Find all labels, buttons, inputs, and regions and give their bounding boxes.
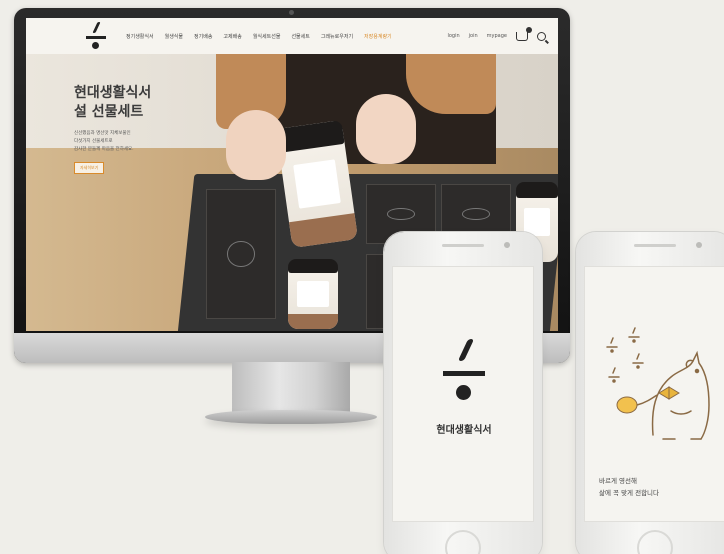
phone-message: 바르게 영선해 삶에 꼭 맞게 전합니다 (599, 477, 660, 497)
hero-subtitle: 신선했음과 명선맛 지체보물인 다섯가지 선물세트로 감사한 분들께 마음을 전… (74, 131, 134, 152)
brand-name: 현대생활식서 (436, 425, 492, 436)
menu-item[interactable]: 고제배송 (223, 33, 241, 40)
search-icon[interactable] (537, 31, 546, 41)
webcam (289, 10, 294, 15)
cart-icon[interactable] (516, 26, 532, 41)
hero-detail-button[interactable]: 자세히보기 (74, 162, 105, 174)
mypage-link[interactable]: mypage (487, 33, 507, 39)
monitor-stand-base (205, 410, 377, 424)
site-logo[interactable] (86, 22, 106, 50)
menu-item[interactable]: 정기배송 (194, 33, 212, 40)
login-link[interactable]: login (447, 33, 459, 39)
penguin-illustration (606, 327, 710, 440)
join-link[interactable]: join (469, 33, 478, 39)
menu-item[interactable]: 월생식물 (165, 33, 183, 40)
utility-links: login join mypage (447, 18, 546, 54)
menu-item[interactable]: 정기생활식서 (126, 33, 154, 40)
menu-item[interactable]: 선물세트 (291, 33, 309, 40)
phone-mockup-logo: 현대생활식서 (384, 232, 542, 554)
product-pack (206, 189, 276, 319)
hero-text: 현대생활식서 설 선물세트 신선했음과 명선맛 지체보물인 다섯가지 선물세트로… (74, 84, 184, 174)
phone-camera (504, 242, 510, 248)
phone-speaker (634, 244, 676, 247)
product-jar (288, 259, 338, 329)
home-button[interactable] (445, 530, 481, 554)
phone-camera (696, 242, 702, 248)
monitor-stand (232, 362, 350, 414)
menu-item[interactable]: 월식세트선물 (253, 33, 281, 40)
phone-screen: 현대생활식서 (392, 266, 534, 522)
hero-title: 현대생활식서 설 선물세트 (74, 85, 152, 120)
home-button[interactable] (637, 530, 673, 554)
phone-screen: 바르게 영선해 삶에 꼭 맞게 전합니다 (584, 266, 724, 522)
brand-logo-icon (443, 339, 485, 405)
phone-speaker (442, 244, 484, 247)
menu-item[interactable]: 그레뉴로우저기 (321, 33, 353, 40)
main-menu: 정기생활식서 월생식물 정기배송 고제배송 월식세트선물 선물세트 그레뉴로우저… (126, 18, 392, 54)
site-header: 정기생활식서 월생식물 정기배송 고제배송 월식세트선물 선물세트 그레뉴로우저… (26, 18, 558, 54)
hand-right (356, 94, 416, 164)
phone-mockup-illustration: 바르게 영선해 삶에 꼭 맞게 전합니다 (576, 232, 724, 554)
menu-item-active[interactable]: 저장용계량기 (364, 33, 392, 40)
hand-left (226, 110, 286, 180)
